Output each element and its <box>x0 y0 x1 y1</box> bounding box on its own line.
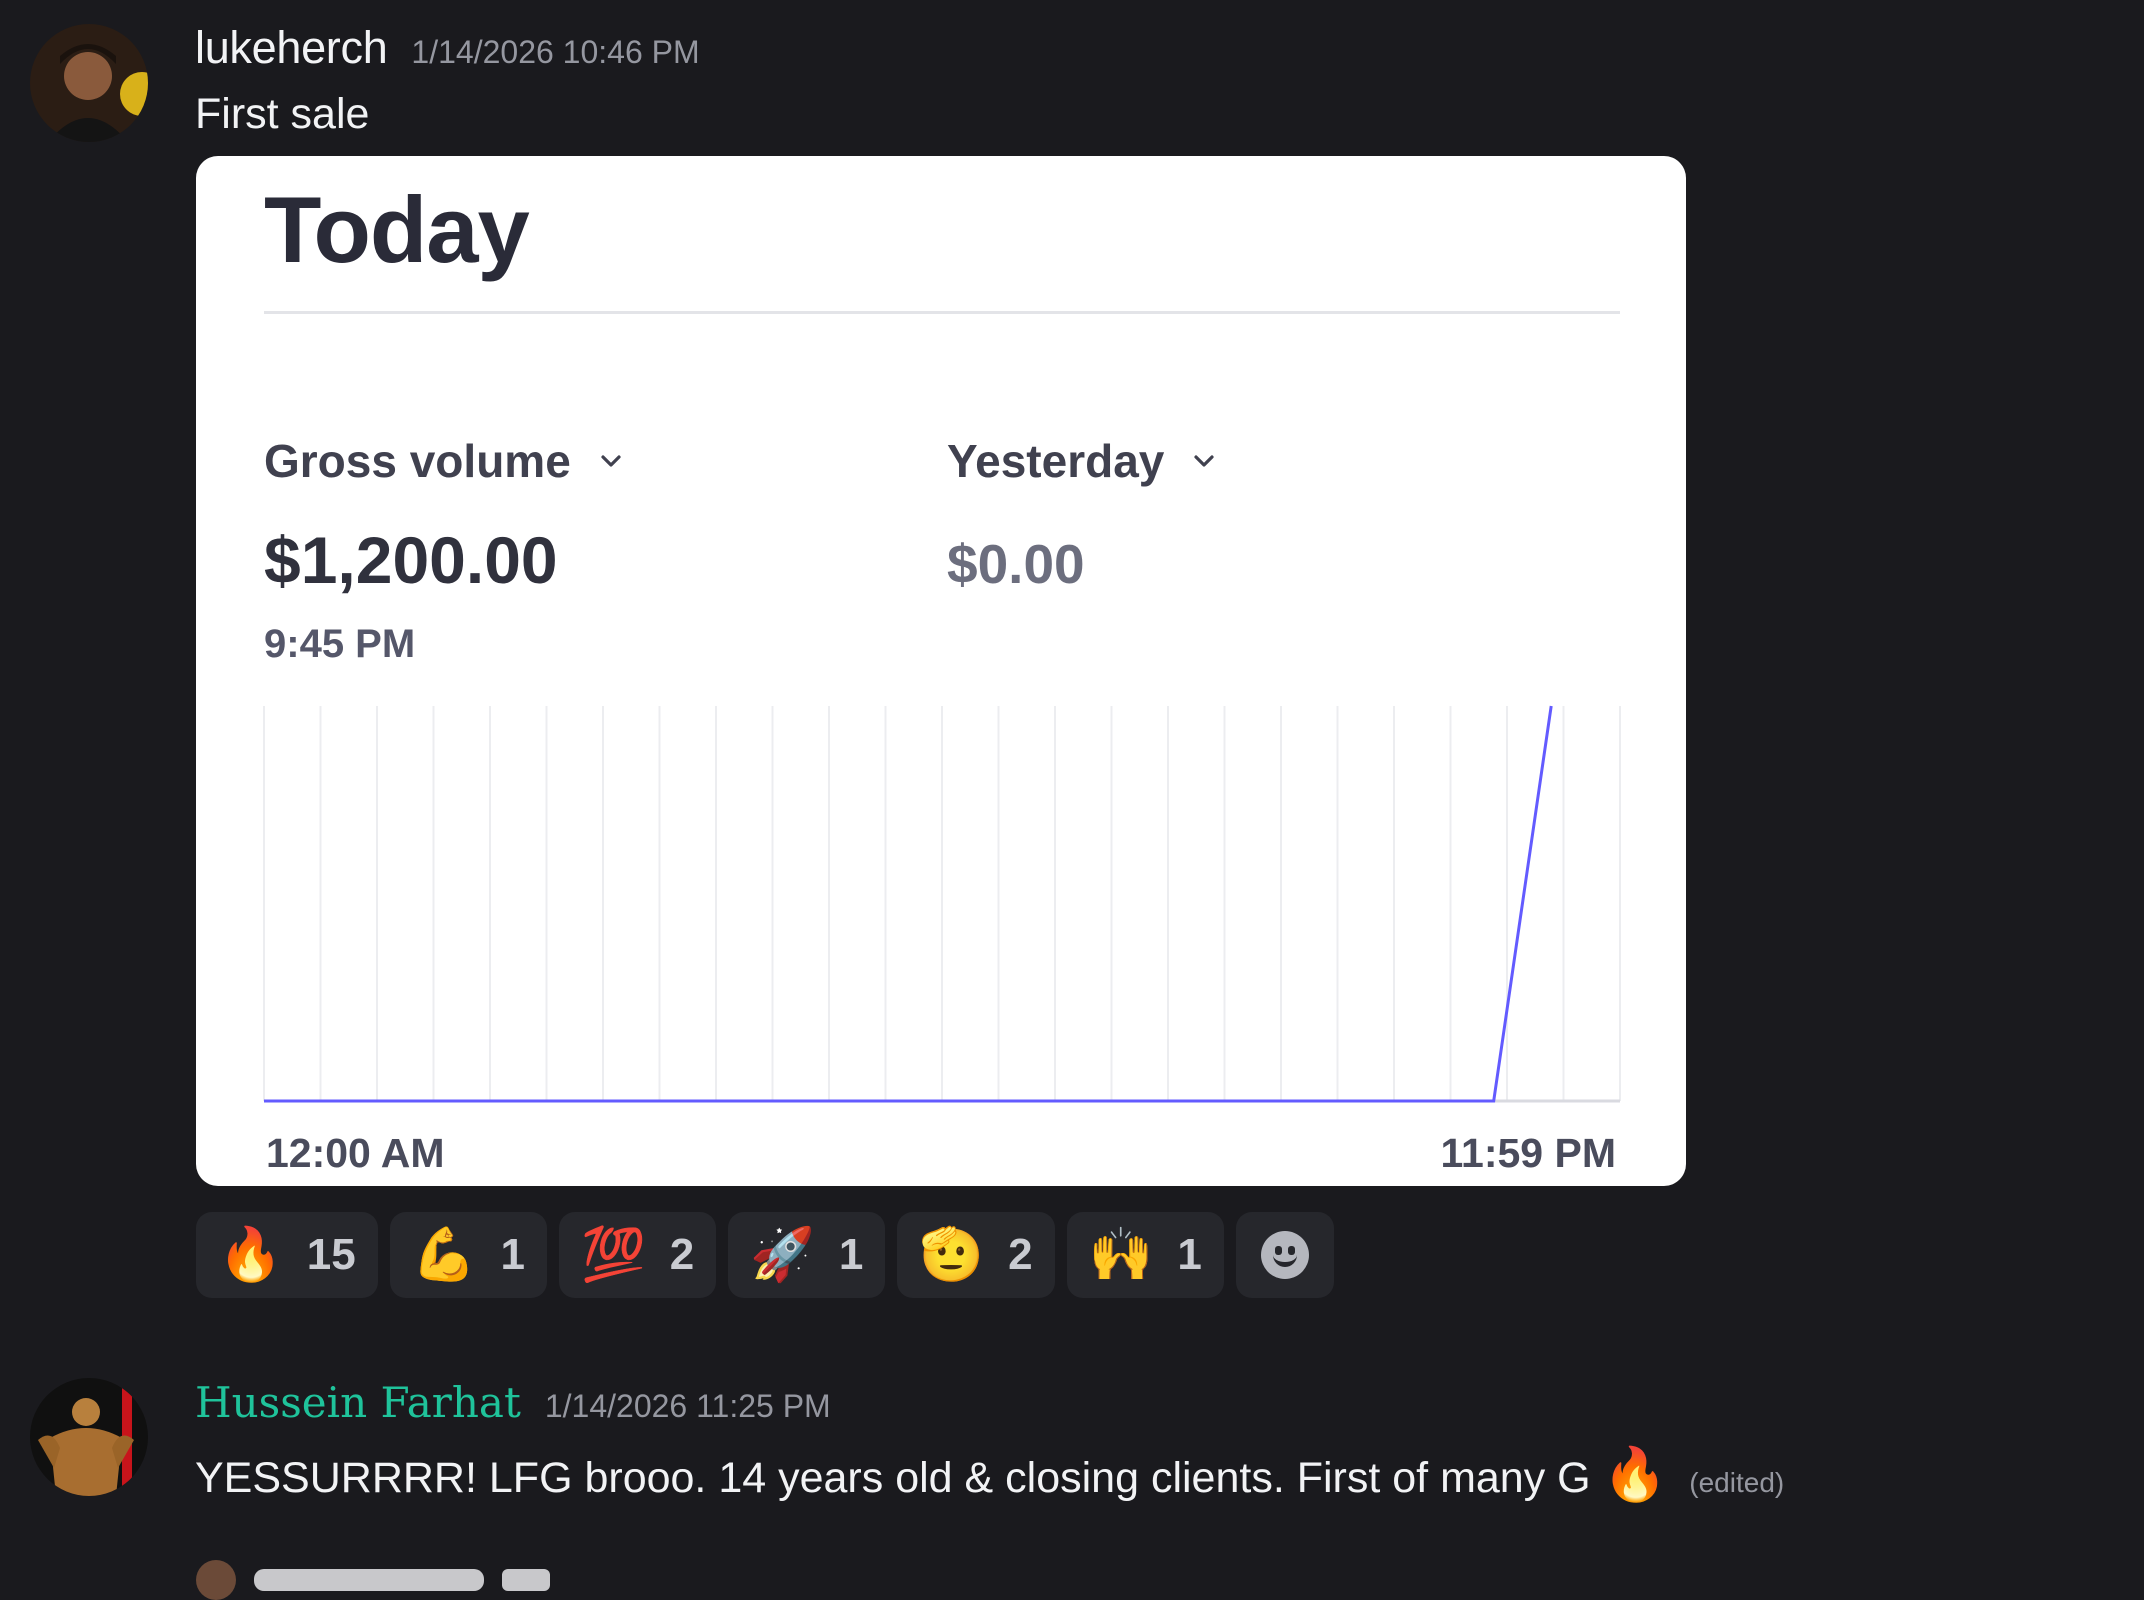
message-header: Hussein Farhat 1/14/2026 11:25 PM <box>195 1378 831 1427</box>
avatar-image <box>30 1378 148 1496</box>
x-tick-label: 11:59 PM <box>1440 1130 1617 1176</box>
chart-grid <box>263 706 1621 1101</box>
reaction-count: 2 <box>669 1230 695 1279</box>
reaction-pill[interactable]: 💪 1 <box>389 1212 547 1298</box>
message-timestamp: 1/14/2026 11:25 PM <box>544 1388 831 1424</box>
reaction-pill[interactable]: 🔥 15 <box>196 1212 378 1298</box>
smiley-icon <box>1260 1231 1309 1279</box>
author-name[interactable]: Hussein Farhat <box>195 1378 521 1427</box>
reaction-count: 1 <box>1177 1230 1202 1279</box>
reaction-count: 2 <box>1008 1230 1033 1279</box>
reaction-emoji-icon: 💪 <box>411 1226 477 1284</box>
fire-emoji-icon: 🔥 <box>1602 1446 1668 1504</box>
preview-badge <box>502 1569 550 1591</box>
message-text: First sale <box>195 90 370 138</box>
reaction-bar: 🔥 15 💪 1 💯 2 🚀 1 🫡 2 🙌 1 <box>196 1212 1334 1298</box>
preview-text-bar <box>254 1569 484 1591</box>
reaction-pill[interactable]: 🙌 1 <box>1066 1212 1224 1298</box>
reaction-pill[interactable]: 🫡 2 <box>897 1212 1055 1298</box>
image-attachment[interactable]: Today Gross volume Yesterday $1,200.00 $… <box>196 156 1686 1186</box>
avatar <box>196 1560 236 1600</box>
reaction-emoji-icon: 🫡 <box>919 1226 985 1284</box>
avatar[interactable] <box>30 24 148 142</box>
reaction-pill[interactable]: 💯 2 <box>558 1212 717 1298</box>
message-body: YESSURRRR! LFG brooo. 14 years old & clo… <box>195 1454 1591 1502</box>
add-reaction-button[interactable] <box>1235 1212 1334 1298</box>
reaction-count: 1 <box>500 1230 525 1279</box>
reaction-emoji-icon: 🔥 <box>218 1226 283 1284</box>
reaction-count: 1 <box>838 1230 864 1279</box>
next-message-preview <box>196 1560 550 1600</box>
reaction-emoji-icon: 💯 <box>580 1226 646 1284</box>
line-chart <box>263 705 1621 1103</box>
author-name[interactable]: lukeherch <box>195 22 388 74</box>
avatar-image <box>30 24 148 142</box>
reaction-emoji-icon: 🚀 <box>750 1226 815 1284</box>
edited-indicator: (edited) <box>1689 1467 1785 1498</box>
message-timestamp: 1/14/2026 10:46 PM <box>411 34 700 70</box>
message-header: lukeherch 1/14/2026 10:46 PM <box>195 22 700 74</box>
avatar[interactable] <box>30 1378 148 1496</box>
reaction-pill[interactable]: 🚀 1 <box>728 1212 886 1298</box>
reaction-emoji-icon: 🙌 <box>1088 1226 1154 1284</box>
series-line <box>264 705 1553 1103</box>
message-text: YESSURRRR! LFG brooo. 14 years old & clo… <box>195 1444 1784 1505</box>
reaction-count: 15 <box>306 1230 356 1279</box>
x-tick-label: 12:00 AM <box>266 1130 445 1176</box>
